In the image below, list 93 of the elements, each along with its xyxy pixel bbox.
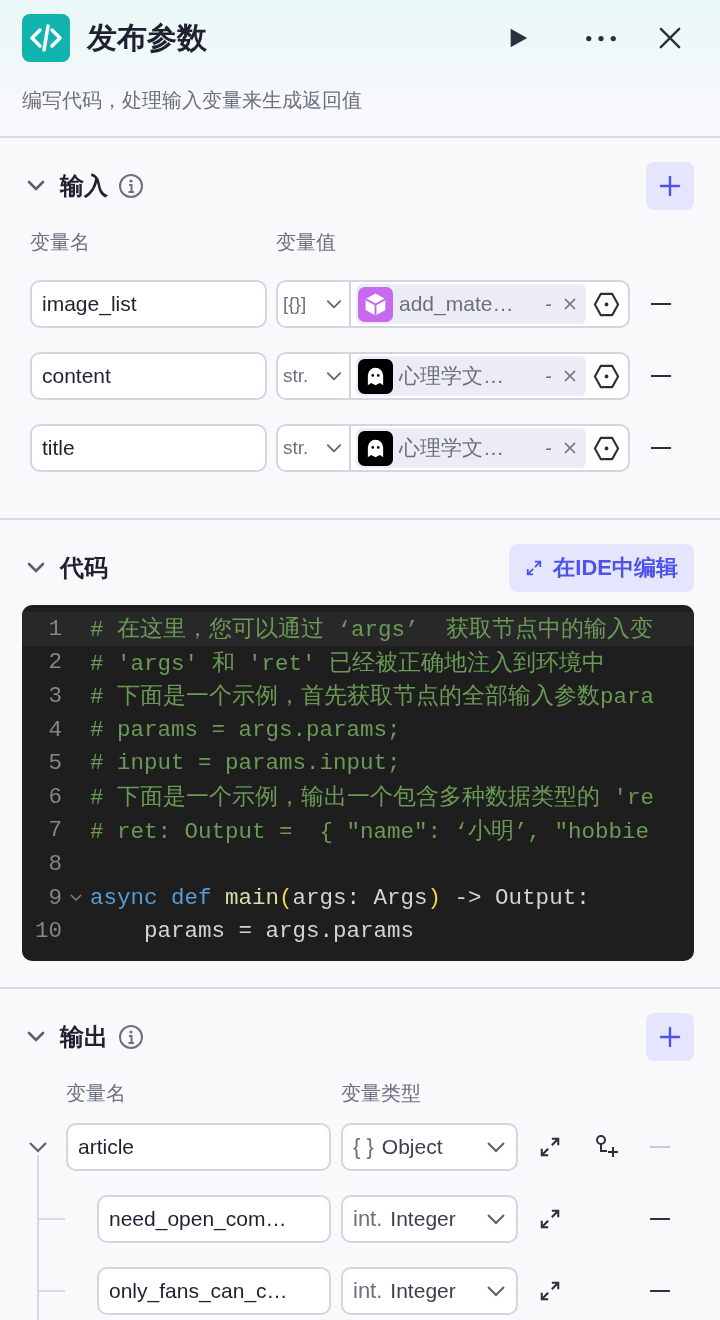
separator: - xyxy=(545,436,552,460)
reference-chip[interactable]: 心理学文… - xyxy=(356,356,586,396)
chevron-icon[interactable] xyxy=(325,443,343,453)
add-button[interactable] xyxy=(646,1013,694,1061)
section-title: 输入 xyxy=(60,171,108,201)
separator: - xyxy=(545,364,552,388)
edit-in-ide-button[interactable]: 在IDE中编辑 xyxy=(509,544,694,592)
plus-icon xyxy=(659,1026,681,1048)
line-number: 2 xyxy=(47,649,62,676)
chevron-icon[interactable] xyxy=(486,1141,506,1153)
variable-picker-icon[interactable] xyxy=(593,290,620,318)
chevron-icon[interactable] xyxy=(486,1285,506,1297)
separator: - xyxy=(545,292,552,316)
code-node-icon xyxy=(22,14,70,62)
add-button[interactable] xyxy=(646,162,694,210)
expand-icon[interactable] xyxy=(539,1208,561,1230)
chevron-icon[interactable] xyxy=(486,1213,506,1225)
info-icon[interactable] xyxy=(118,1024,144,1050)
type-label: str. xyxy=(283,437,310,459)
section-title: 代码 xyxy=(60,553,108,583)
close-icon[interactable] xyxy=(659,27,681,49)
code-line: # 下面是一个示例，输出一个包含多种数据类型的 're xyxy=(90,784,654,813)
plus-icon xyxy=(659,175,681,197)
code-line: async def main(args: Args) -> Output: xyxy=(90,884,590,911)
column-label: 变量名 xyxy=(30,229,91,255)
type-label: str. xyxy=(283,365,310,387)
add-child-icon[interactable] xyxy=(594,1134,620,1160)
remove-icon[interactable] xyxy=(564,298,576,310)
input-field[interactable]: article xyxy=(66,1123,331,1171)
code-editor[interactable] xyxy=(22,605,694,961)
cube-icon xyxy=(358,286,393,322)
type-select[interactable]: int. Integer xyxy=(341,1267,518,1315)
type-label: [{}] xyxy=(283,293,308,315)
type-select[interactable]: int. Integer xyxy=(341,1195,518,1243)
chevron-icon[interactable] xyxy=(325,371,343,381)
reference-name: 心理学文… xyxy=(399,435,505,461)
input-field[interactable]: title xyxy=(30,424,267,472)
chevron-icon[interactable] xyxy=(325,299,343,309)
caret-icon[interactable] xyxy=(26,180,46,192)
line-number: 7 xyxy=(47,817,62,844)
code-line: # ret: Output = { "name": ‘小明’, "hobbie xyxy=(90,817,650,846)
input-field[interactable]: content xyxy=(30,352,267,400)
line-number: 6 xyxy=(47,783,62,810)
minus-icon[interactable] xyxy=(651,446,671,450)
line-number: 5 xyxy=(47,750,62,777)
expand-icon[interactable] xyxy=(539,1280,561,1302)
value-field[interactable]: str. 心理学文… - xyxy=(276,424,630,472)
caret-icon[interactable] xyxy=(28,1141,48,1153)
reference-chip[interactable]: add_mate… - xyxy=(356,284,586,324)
value-field[interactable]: [{}] add_mate… - xyxy=(276,280,630,328)
code-line: # 下面是一个示例，首先获取节点的全部输入参数para xyxy=(90,682,654,712)
variable-picker-icon[interactable] xyxy=(593,434,620,462)
line-number: 3 xyxy=(47,683,62,709)
minus-icon[interactable] xyxy=(651,302,671,306)
minus-icon[interactable] xyxy=(650,1289,670,1293)
line-number: 8 xyxy=(47,850,62,877)
input-field[interactable]: image_list xyxy=(30,280,267,328)
type-select[interactable]: { } Object xyxy=(341,1123,518,1171)
caret-icon[interactable] xyxy=(26,1031,46,1043)
code-line: # input = params.input; xyxy=(90,750,401,777)
code-line: # 'args' 和 'ret' 已经被正确地注入到环境中 xyxy=(90,649,606,678)
expand-icon xyxy=(525,559,544,577)
minus-icon[interactable] xyxy=(650,1217,670,1221)
column-label: 变量类型 xyxy=(341,1080,421,1106)
section-title: 输出 xyxy=(60,1022,108,1052)
caret-icon[interactable] xyxy=(26,562,46,574)
ghost-icon xyxy=(358,430,393,466)
reference-name: add_mate… xyxy=(399,292,515,316)
more-icon[interactable] xyxy=(585,34,617,42)
reference-name: 心理学文… xyxy=(399,363,505,389)
remove-icon[interactable] xyxy=(564,370,576,382)
expand-icon[interactable] xyxy=(539,1136,561,1158)
value-field[interactable]: str. 心理学文… - xyxy=(276,352,630,400)
code-line: # params = args.params; xyxy=(90,716,401,743)
line-number: 9 xyxy=(47,884,62,911)
reference-chip[interactable]: 心理学文… - xyxy=(356,428,586,468)
fold-caret-icon[interactable] xyxy=(70,893,82,902)
column-label: 变量值 xyxy=(276,229,336,255)
node-description: 编写代码，处理输入变量来生成返回值 xyxy=(22,88,363,113)
input-field[interactable]: need_open_com… xyxy=(97,1195,331,1243)
input-field[interactable]: only_fans_can_c… xyxy=(97,1267,331,1315)
minus-icon[interactable] xyxy=(651,374,671,378)
code-line: params = args.params xyxy=(143,918,415,945)
remove-icon[interactable] xyxy=(564,442,576,454)
line-number: 4 xyxy=(47,716,62,743)
code-line: # 在这里，您可以通过 ‘args’ 获取节点中的输入变 xyxy=(90,615,653,645)
line-number: 1 xyxy=(47,615,62,642)
info-icon[interactable] xyxy=(118,173,144,199)
line-number: 10 xyxy=(34,918,62,945)
ghost-icon xyxy=(358,358,393,394)
column-label: 变量名 xyxy=(66,1080,127,1106)
variable-picker-icon[interactable] xyxy=(593,362,620,390)
node-title: 发布参数 xyxy=(87,19,208,56)
